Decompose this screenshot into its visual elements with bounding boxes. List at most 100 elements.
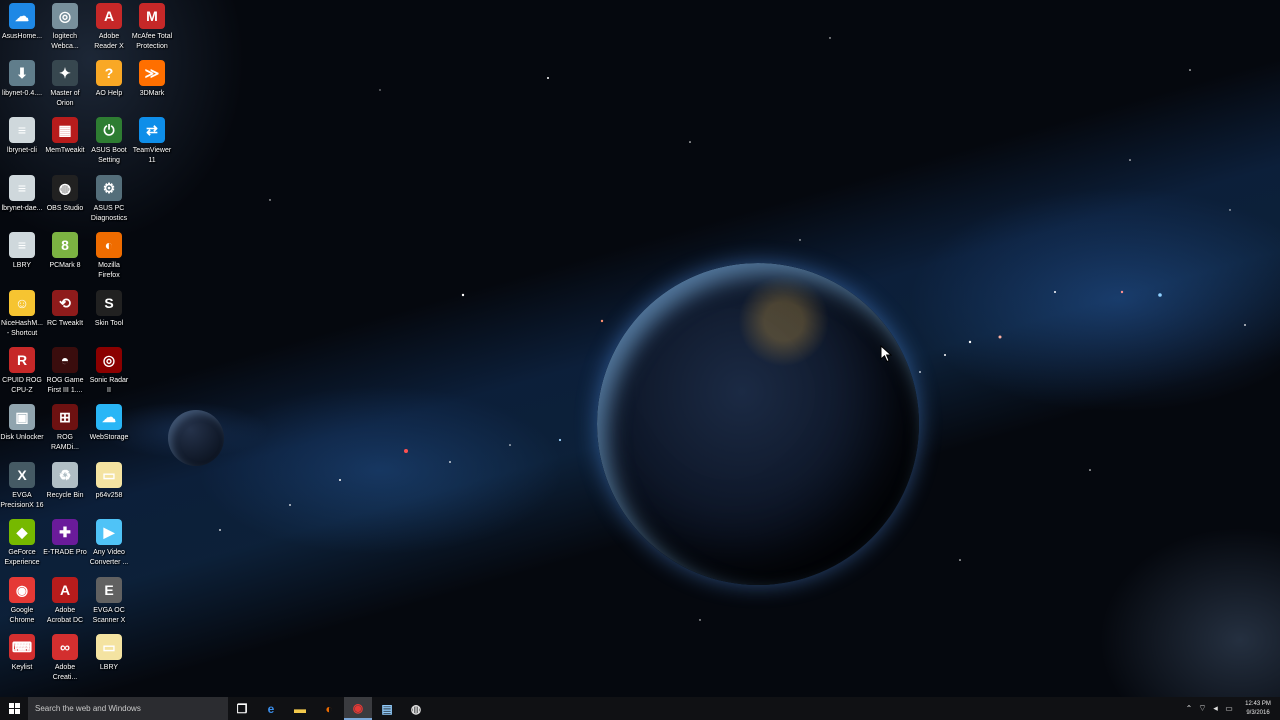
- desktop-icon-label: Adobe Acrobat DC: [46, 607, 84, 624]
- desktop-icon[interactable]: 8 PCMark 8: [43, 229, 87, 285]
- desktop-icon-label: PCMark 8: [49, 262, 81, 269]
- desktop-icon-label: libynet-0.4....: [1, 90, 43, 97]
- desktop-icon[interactable]: ☺ NiceHashM... - Shortcut: [0, 287, 44, 343]
- taskbar-app-button[interactable]: ▤: [373, 697, 401, 720]
- desktop-icon[interactable]: E EVGA OC Scanner X: [87, 574, 131, 630]
- rog-ramdisk-icon: ⊞: [52, 404, 78, 430]
- clock[interactable]: 12:43 PM 9/3/2016: [1236, 697, 1280, 720]
- acrobat-icon: A: [52, 577, 78, 603]
- desktop-icon[interactable]: ▭ LBRY: [87, 631, 131, 687]
- desktop-icon[interactable]: ◎ logitech Webca...: [43, 0, 87, 56]
- start-button[interactable]: [0, 697, 28, 720]
- ao-help-icon: ?: [96, 60, 122, 86]
- network-icon[interactable]: ⌔: [1196, 697, 1209, 720]
- desktop-icon-label: ASUS PC Diagnostics: [90, 205, 128, 222]
- taskbar-app-button[interactable]: ▬: [286, 697, 314, 720]
- desktop-icon[interactable]: ⏻ ASUS Boot Setting: [87, 114, 131, 170]
- taskbar-app-button[interactable]: ◍: [402, 697, 430, 720]
- obs-icon: ◍: [52, 175, 78, 201]
- desktop-icon[interactable]: A Adobe Acrobat DC: [43, 574, 87, 630]
- desktop-icon[interactable]: ⇄ TeamViewer 11: [130, 114, 174, 170]
- desktop-icon[interactable]: ☁ WebStorage: [87, 401, 131, 457]
- desktop-icon[interactable]: M McAfee Total Protection: [130, 0, 174, 56]
- desktop-icon[interactable]: ▦ MemTweakit: [43, 114, 87, 170]
- search-box[interactable]: Search the web and Windows: [28, 697, 228, 720]
- firefox-icon: ◐: [325, 701, 333, 716]
- clock-time: 12:43 PM: [1245, 700, 1271, 707]
- windows-logo-icon: [8, 703, 20, 714]
- desktop-icon[interactable]: ▶ Any Video Converter ...: [87, 516, 131, 572]
- desktop-icon-label: p64v258: [95, 492, 123, 499]
- desktop-icon-label: Master of Orion: [50, 90, 80, 107]
- taskbar-app-button[interactable]: ◐: [315, 697, 343, 720]
- volume-icon[interactable]: ◂: [1209, 697, 1222, 720]
- desktop-icon[interactable]: ∞ Adobe Creati...: [43, 631, 87, 687]
- etrade-icon: ✚: [52, 519, 78, 545]
- webcam-icon: ◎: [52, 3, 78, 29]
- desktop-icon[interactable]: S Skin Tool: [87, 287, 131, 343]
- action-center-icon[interactable]: ▭: [1222, 697, 1236, 720]
- desktop-icon-label: E-TRADE Pro: [43, 549, 87, 556]
- desktop-icon-label: LBRY: [99, 664, 119, 671]
- desktop-icon[interactable]: ◐ Mozilla Firefox: [87, 229, 131, 285]
- desktop-icon[interactable]: ? AO Help: [87, 57, 131, 113]
- taskbar-app-button[interactable]: e: [257, 697, 285, 720]
- desktop-icon-label: ROG Game First III 1....: [46, 377, 84, 394]
- desktop-icon[interactable]: ✚ E-TRADE Pro: [43, 516, 87, 572]
- desktop-icon[interactable]: ✦ Master of Orion: [43, 57, 87, 113]
- taskbar-app-button[interactable]: ◉: [344, 697, 372, 720]
- desktop-icon[interactable]: ≡ LBRY: [0, 229, 44, 285]
- desktop-icon-label: Adobe Reader X: [94, 33, 124, 50]
- desktop-icon[interactable]: ☁ AsusHome...: [0, 0, 44, 56]
- desktop-icon[interactable]: X EVGA PrecisionX 16: [0, 459, 44, 515]
- webstorage-icon: ☁: [96, 404, 122, 430]
- desktop-icon-label: McAfee Total Protection: [131, 33, 173, 50]
- chrome-icon: ◉: [352, 700, 364, 715]
- rc-tweakit-icon: ⟲: [52, 290, 78, 316]
- asus-diagnostics-icon: ⚙: [96, 175, 122, 201]
- evga-icon: X: [9, 462, 35, 488]
- desktop-icon[interactable]: ◍ OBS Studio: [43, 172, 87, 228]
- desktop-icon[interactable]: ◉ Google Chrome: [0, 574, 44, 630]
- rog-icon: R: [9, 347, 35, 373]
- creative-cloud-icon: ∞: [52, 634, 78, 660]
- desktop-icon-grid: ☁ AsusHome... ⬇ libynet-0.4.... ≡ lbrynet-cli…: [0, 0, 180, 697]
- desktop-icon[interactable]: ◎ Sonic Radar II: [87, 344, 131, 400]
- desktop-icon[interactable]: ⚙ ASUS PC Diagnostics: [87, 172, 131, 228]
- chevron-up-icon[interactable]: ⌃: [1182, 697, 1196, 720]
- desktop-icon[interactable]: ◓ ROG Game First III 1....: [43, 344, 87, 400]
- desktop-icon-label: Adobe Creati...: [52, 664, 78, 681]
- keylist-icon: ⌨: [9, 634, 35, 660]
- app-stack-icon: ≡: [9, 232, 35, 258]
- desktop-icon[interactable]: ⊞ ROG RAMDi...: [43, 401, 87, 457]
- desktop-icon[interactable]: A Adobe Reader X: [87, 0, 131, 56]
- desktop-icon-label: Any Video Converter ...: [89, 549, 129, 566]
- taskbar-app-button[interactable]: ❐: [228, 697, 256, 720]
- desktop-icon-label: AsusHome...: [1, 33, 43, 40]
- desktop-icon[interactable]: ≡ lbrynet-dae...: [0, 172, 44, 228]
- desktop-background: ☁ AsusHome... ⬇ libynet-0.4.... ≡ lbrynet-cli…: [0, 0, 1280, 697]
- desktop-icon[interactable]: ⌨ Keylist: [0, 631, 44, 687]
- smiley-icon: ☺: [9, 290, 35, 316]
- desktop-icon[interactable]: ≫ 3DMark: [130, 57, 174, 113]
- desktop-icon[interactable]: ◆ GeForce Experience: [0, 516, 44, 572]
- desktop-icon[interactable]: ⬇ libynet-0.4....: [0, 57, 44, 113]
- desktop-icon-label: RC TweakIt: [46, 320, 84, 327]
- desktop-icon[interactable]: R CPUID ROG CPU-Z: [0, 344, 44, 400]
- desktop-icon[interactable]: ▣ Disk Unlocker: [0, 401, 44, 457]
- video-converter-icon: ▶: [96, 519, 122, 545]
- desktop-icon-label: WebStorage: [89, 434, 129, 441]
- desktop-icon[interactable]: ♻ Recycle Bin: [43, 459, 87, 515]
- desktop-icon-label: ROG RAMDi...: [51, 434, 79, 451]
- taskbar: Search the web and Windows ❐ e ▬ ◐ ◉ ▤ ◍ ⌃ ⌔ ◂…: [0, 697, 1280, 720]
- planet: [597, 263, 919, 585]
- desktop-icon[interactable]: ⟲ RC TweakIt: [43, 287, 87, 343]
- desktop-icon-label: Keylist: [11, 664, 33, 671]
- document-icon: ▭: [96, 634, 122, 660]
- desktop-icon[interactable]: ≡ lbrynet-cli: [0, 114, 44, 170]
- desktop-icon[interactable]: ▭ p64v258: [87, 459, 131, 515]
- desktop-icon-label: AO Help: [95, 90, 123, 97]
- 3dmark-icon: ≫: [139, 60, 165, 86]
- disk-icon: ▣: [9, 404, 35, 430]
- notepad-icon: ▤: [381, 701, 393, 716]
